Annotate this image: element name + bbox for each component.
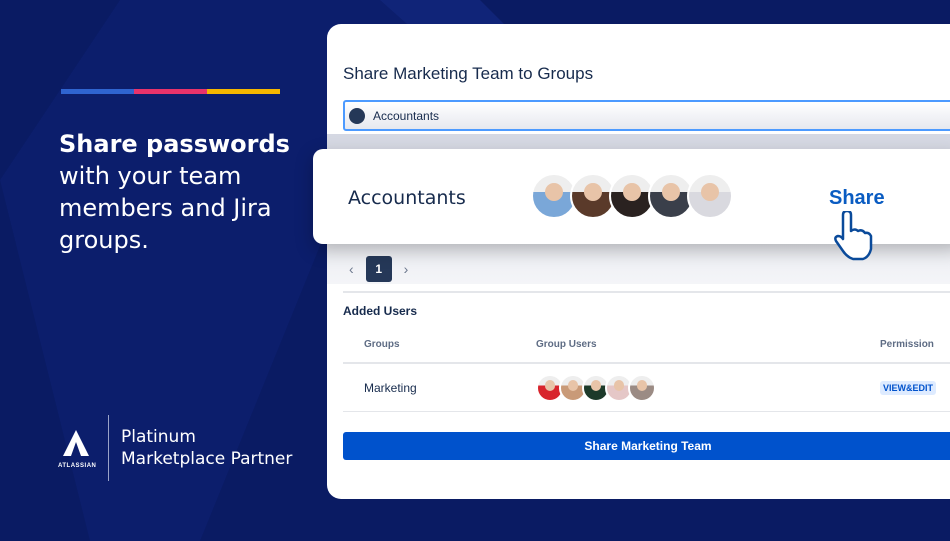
divider [343,291,950,293]
divider [343,362,950,364]
pointer-hand-icon [834,211,873,261]
divider [108,415,109,481]
avatar [628,374,656,402]
row-group-name: Marketing [364,381,417,395]
partner-badge: ATLASSIAN Platinum Marketplace Partner [58,415,292,481]
partner-line-1: Platinum [121,427,196,447]
avatar [687,173,733,219]
group-suggestion-popup: Accountants Share [313,149,950,261]
column-permission: Permission [880,339,934,350]
group-icon [349,107,365,124]
column-groups: Groups [364,339,400,350]
logo-wordmark: ATLASSIAN [58,462,97,469]
prev-page-button[interactable]: ‹ [349,261,354,277]
input-value: Accountants [373,108,440,123]
group-name: Accountants [348,187,466,209]
headline-bold: Share passwords [59,130,290,158]
divider [343,411,950,412]
next-page-button[interactable]: › [404,261,409,277]
group-search-input[interactable]: Accountants [343,100,950,131]
accent-bars [61,89,280,94]
column-group-users: Group Users [536,339,597,350]
partner-line-2: Marketplace Partner [121,449,293,469]
headline-rest: with your team members and Jira groups. [59,162,272,254]
share-marketing-team-button[interactable]: Share Marketing Team [343,432,950,460]
share-dialog: Share Marketing Team to Groups Accountan… [327,24,950,499]
share-link[interactable]: Share [829,187,885,210]
group-member-avatars [531,173,733,219]
atlassian-logo: ATLASSIAN [58,428,97,469]
added-users-heading: Added Users [343,304,418,318]
pagination: ‹ 1 › [349,256,408,282]
group-users-avatars [536,374,656,402]
permission-badge: VIEW&EDIT [880,381,937,395]
dialog-title: Share Marketing Team to Groups [343,64,594,83]
headline: Share passwords with your team members a… [59,128,290,256]
page-1-button[interactable]: 1 [365,256,392,282]
